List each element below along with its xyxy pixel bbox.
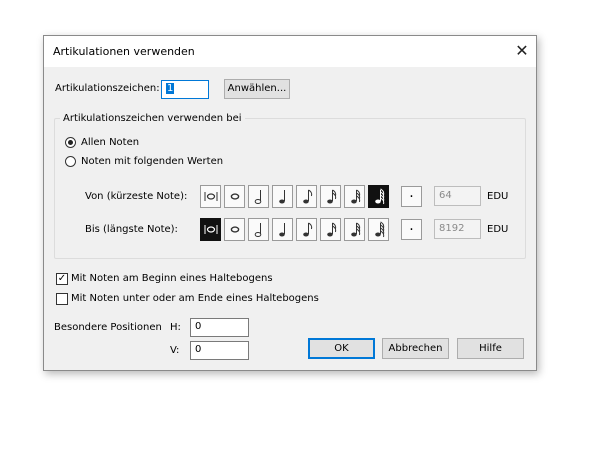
tie-start-checkbox[interactable]: ✓	[56, 273, 68, 285]
dot-icon: ·	[409, 221, 414, 238]
articulation-label: Artikulationszeichen:	[55, 83, 160, 94]
h-position-input[interactable]: 0	[190, 318, 249, 337]
to-unit: EDU	[487, 224, 509, 235]
positions-label: Besondere Positionen	[54, 322, 162, 333]
to-whole-note-button[interactable]	[224, 218, 245, 241]
from-quarter-note-button[interactable]	[272, 185, 293, 208]
from-eighth-note-button[interactable]	[296, 185, 317, 208]
radio-all-notes-label: Allen Noten	[81, 137, 140, 148]
from-half-note-button[interactable]	[248, 185, 269, 208]
articulation-value: 1	[166, 83, 175, 94]
to-sixtyfourth-note-button[interactable]	[368, 218, 389, 241]
tie-end-checkbox[interactable]	[56, 293, 68, 305]
breve-icon	[203, 220, 219, 239]
v-position-input[interactable]: 0	[190, 341, 249, 360]
to-sixteenth-note-button[interactable]	[320, 218, 341, 241]
eighth-note-icon	[299, 220, 315, 239]
tie-start-label: Mit Noten am Beginn eines Haltebogens	[71, 273, 273, 284]
breve-icon	[203, 187, 219, 206]
radio-note-values[interactable]	[65, 156, 76, 167]
close-icon[interactable]: ✕	[510, 40, 534, 62]
thirtysecond-note-icon	[347, 220, 363, 239]
thirtysecond-note-icon	[347, 187, 363, 206]
eighth-note-icon	[299, 187, 315, 206]
to-half-note-button[interactable]	[248, 218, 269, 241]
dialog-window: Artikulationen verwenden ✕ Artikulations…	[43, 35, 537, 371]
v-label: V:	[170, 345, 180, 356]
dialog-title: Artikulationen verwenden	[53, 45, 195, 58]
from-whole-note-button[interactable]	[224, 185, 245, 208]
to-thirtysecond-note-button[interactable]	[344, 218, 365, 241]
h-label: H:	[170, 322, 181, 333]
quarter-note-icon	[275, 187, 291, 206]
usage-group-label: Artikulationszeichen verwenden bei	[60, 113, 245, 125]
radio-note-values-label: Noten mit folgenden Werten	[81, 156, 224, 167]
whole-note-icon	[227, 187, 243, 206]
radio-all-notes[interactable]	[65, 137, 76, 148]
dot-icon: ·	[409, 188, 414, 205]
half-note-icon	[251, 220, 267, 239]
from-breve-button[interactable]	[200, 185, 221, 208]
ok-button[interactable]: OK	[308, 338, 375, 359]
sixteenth-note-icon	[323, 187, 339, 206]
to-dot-button[interactable]: ·	[401, 219, 422, 240]
to-quarter-note-button[interactable]	[272, 218, 293, 241]
to-edu-input[interactable]: 8192	[434, 219, 481, 239]
select-articulation-button[interactable]: Anwählen...	[224, 79, 290, 99]
from-label: Von (kürzeste Note):	[85, 191, 188, 202]
sixteenth-note-icon	[323, 220, 339, 239]
to-breve-button[interactable]	[200, 218, 221, 241]
cancel-button[interactable]: Abbrechen	[382, 338, 449, 359]
half-note-icon	[251, 187, 267, 206]
articulation-input[interactable]: 1	[161, 80, 209, 99]
quarter-note-icon	[275, 220, 291, 239]
radio-dot	[68, 140, 73, 145]
from-unit: EDU	[487, 191, 509, 202]
sixtyfourth-note-icon	[371, 220, 387, 239]
help-button[interactable]: Hilfe	[457, 338, 524, 359]
tie-end-label: Mit Noten unter oder am Ende eines Halte…	[71, 293, 319, 304]
from-thirtysecond-note-button[interactable]	[344, 185, 365, 208]
title-bar: Artikulationen verwenden ✕	[44, 36, 536, 67]
checkmark-icon: ✓	[57, 273, 67, 284]
from-sixtyfourth-note-button[interactable]	[368, 185, 389, 208]
from-edu-input[interactable]: 64	[434, 186, 481, 206]
to-eighth-note-button[interactable]	[296, 218, 317, 241]
from-dot-button[interactable]: ·	[401, 186, 422, 207]
to-label: Bis (längste Note):	[85, 224, 178, 235]
from-sixteenth-note-button[interactable]	[320, 185, 341, 208]
whole-note-icon	[227, 220, 243, 239]
sixtyfourth-note-icon	[371, 187, 387, 206]
